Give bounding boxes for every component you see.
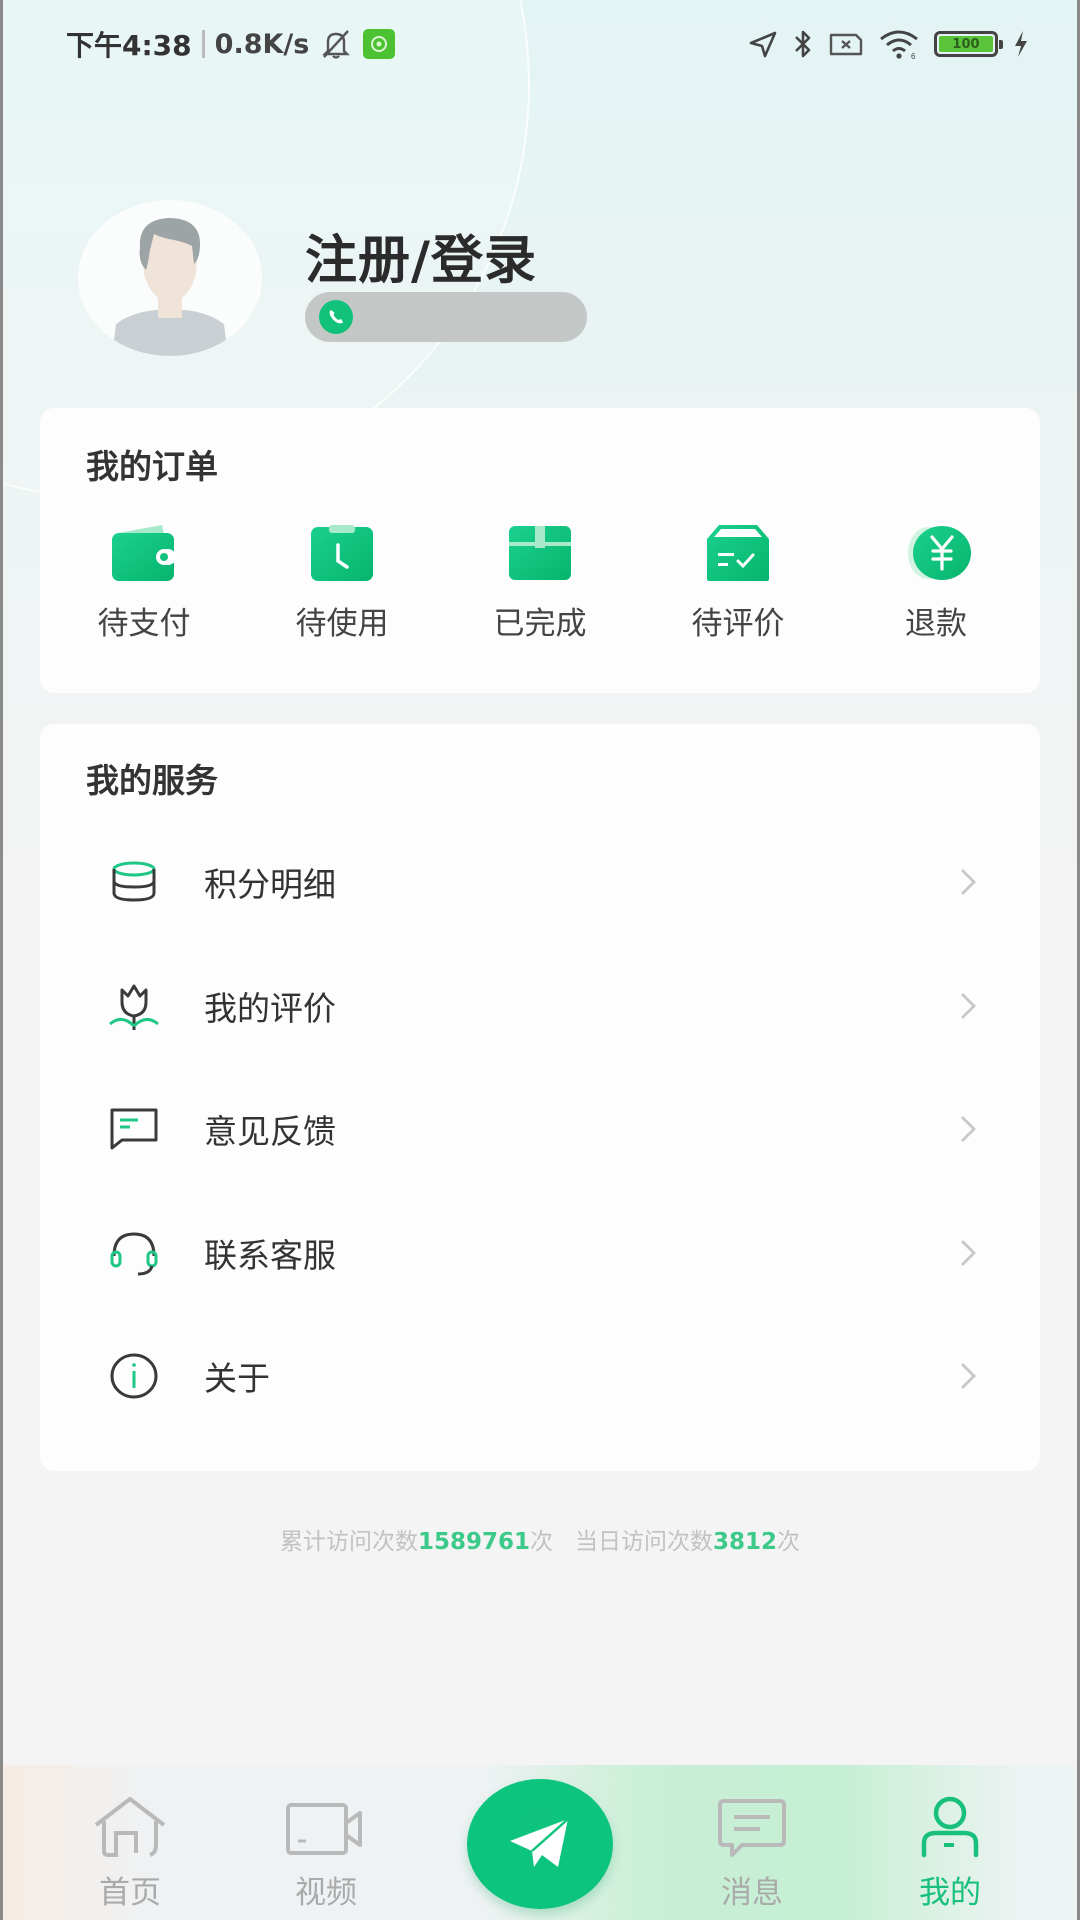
default-avatar-icon [112,218,228,356]
coins-stack-icon [106,854,162,910]
service-my-reviews[interactable]: 我的评价 [40,951,1040,1061]
service-contact-support[interactable]: 联系客服 [40,1198,1040,1308]
nav-label: 消息 [721,1875,783,1911]
nav-home[interactable]: 首页 [60,1765,200,1920]
service-label: 我的评价 [204,989,336,1028]
service-feedback[interactable]: 意见反馈 [40,1074,1040,1184]
service-label: 积分明细 [204,865,336,904]
screen-edge-left [0,0,3,1920]
status-net-speed: 0.8K/s [214,28,310,60]
service-about[interactable]: 关于 [40,1321,1040,1431]
order-item-label: 待评价 [691,606,785,642]
bluetooth-icon [792,28,814,60]
home-icon [88,1795,172,1861]
order-completed[interactable]: 已完成 [460,520,620,650]
my-orders-title: 我的订单 [86,447,218,486]
my-orders-card: 我的订单 待支付 待使用 已完成 待评价 退款 [40,408,1040,693]
nav-video[interactable]: 视频 [256,1765,396,1920]
my-services-title: 我的服务 [86,761,218,800]
package-icon [502,520,578,586]
service-label: 联系客服 [204,1236,336,1275]
headset-icon [106,1225,162,1281]
nav-messages[interactable]: 消息 [682,1765,822,1920]
service-points-detail[interactable]: 积分明细 [40,827,1040,937]
order-pending-payment[interactable]: 待支付 [64,520,224,650]
chevron-right-icon [961,993,976,1019]
order-item-label: 待使用 [295,606,389,642]
nav-label: 我的 [919,1875,981,1911]
chevron-right-icon [961,1116,976,1142]
video-camera-icon [284,1795,368,1861]
phone-icon [319,300,353,334]
battery-icon: 100 [934,31,1003,57]
avatar[interactable] [78,200,262,356]
chevron-right-icon [961,1363,976,1389]
status-separator [201,30,205,58]
battery-level: 100 [939,36,993,52]
order-item-label: 待支付 [97,606,191,642]
no-sim-icon [828,30,864,58]
order-refund[interactable]: 退款 [856,520,1016,650]
nav-label: 视频 [295,1875,357,1911]
service-label: 意见反馈 [204,1112,336,1151]
user-icon [908,1795,992,1861]
yen-refund-icon [898,520,974,586]
total-visits-count: 1589761 [417,1529,530,1555]
my-services-card: 我的服务 积分明细 我的评价 意见反馈 联系客服 关于 [40,724,1040,1471]
today-visits-suffix: 次 [777,1529,801,1555]
order-status-list: 待支付 待使用 已完成 待评价 退款 [40,520,1040,650]
status-time: 下午4:38 [66,29,192,62]
svg-text:6: 6 [911,52,916,60]
chevron-right-icon [961,869,976,895]
flower-icon [106,978,162,1034]
service-label: 关于 [204,1359,270,1398]
wallet-icon [106,520,182,586]
visit-stats: 累计访问次数1589761次 当日访问次数3812次 [0,1522,1080,1556]
location-icon [748,29,778,59]
phone-number-field[interactable] [305,292,587,342]
nav-mine[interactable]: 我的 [880,1765,1020,1920]
center-action-button[interactable] [467,1779,613,1909]
message-icon [710,1795,794,1861]
app-notification-icon [363,29,396,59]
today-visits-count: 3812 [713,1529,778,1555]
paper-plane-icon [510,1818,569,1867]
feedback-message-icon [106,1101,162,1157]
clock-ticket-icon [304,520,380,586]
info-icon [106,1348,162,1404]
review-box-icon [700,520,776,586]
order-to-review[interactable]: 待评价 [658,520,818,650]
nav-label: 首页 [99,1875,161,1911]
status-bar: 下午4:38 0.8K/s 6 100 [0,0,1080,90]
total-visits-suffix: 次 [530,1529,553,1555]
charging-icon [1012,29,1030,59]
chevron-right-icon [961,1240,976,1266]
order-item-label: 已完成 [493,606,587,642]
login-register-link[interactable]: 注册/登录 [305,218,537,293]
bell-muted-icon [319,27,353,61]
today-visits-label: 当日访问次数 [575,1529,713,1555]
order-to-use[interactable]: 待使用 [262,520,422,650]
order-item-label: 退款 [905,606,967,642]
wifi-icon: 6 [878,28,920,60]
total-visits-label: 累计访问次数 [279,1529,418,1555]
